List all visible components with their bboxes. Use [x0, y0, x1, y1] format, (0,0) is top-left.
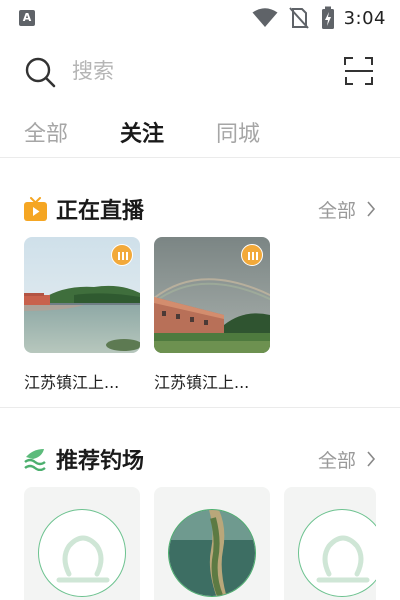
chevron-right-icon[interactable] — [366, 201, 376, 217]
tab-same-city[interactable]: 同城 — [216, 116, 260, 148]
search-input[interactable] — [72, 56, 312, 86]
fishing-spot-card[interactable] — [154, 487, 270, 600]
spots-section-header: 推荐钓场 全部 — [0, 441, 400, 477]
spot-photo — [168, 509, 256, 597]
no-sim-icon — [288, 7, 309, 29]
battery-charging-icon — [321, 6, 334, 29]
divider — [0, 157, 400, 158]
chevron-right-icon[interactable] — [366, 451, 376, 467]
default-avatar-icon — [38, 509, 126, 597]
live-section-title: 正在直播 — [56, 199, 145, 224]
live-card-title: 江苏镇江上... — [154, 373, 250, 392]
notification-a-icon: A — [19, 10, 35, 26]
search-icon[interactable] — [24, 56, 56, 88]
fishing-spot-card[interactable] — [24, 487, 140, 600]
fishing-spot-card[interactable] — [284, 487, 376, 600]
status-bar: A 3:04 — [0, 0, 400, 36]
status-icons: 3:04 — [252, 6, 386, 30]
live-badge-icon — [111, 244, 133, 266]
spots-section-title: 推荐钓场 — [56, 449, 145, 474]
live-card-title: 江苏镇江上... — [24, 373, 120, 392]
fishing-spot-icon — [24, 449, 46, 471]
tab-all[interactable]: 全部 — [24, 116, 68, 148]
live-stream-card[interactable] — [154, 237, 270, 353]
clock: 3:04 — [343, 7, 386, 29]
scan-icon[interactable] — [344, 56, 374, 86]
tv-icon — [24, 197, 47, 221]
wifi-icon — [252, 8, 278, 27]
live-stream-card[interactable] — [24, 237, 140, 353]
live-see-all-link[interactable]: 全部 — [318, 196, 356, 223]
search-bar — [0, 48, 400, 96]
live-badge-icon — [241, 244, 263, 266]
tab-follow[interactable]: 关注 — [120, 116, 164, 148]
tab-bar: 全部 关注 同城 — [0, 112, 400, 158]
default-avatar-icon — [298, 509, 376, 597]
divider — [0, 407, 400, 408]
spots-see-all-link[interactable]: 全部 — [318, 446, 356, 473]
live-section-header: 正在直播 全部 — [0, 191, 400, 227]
